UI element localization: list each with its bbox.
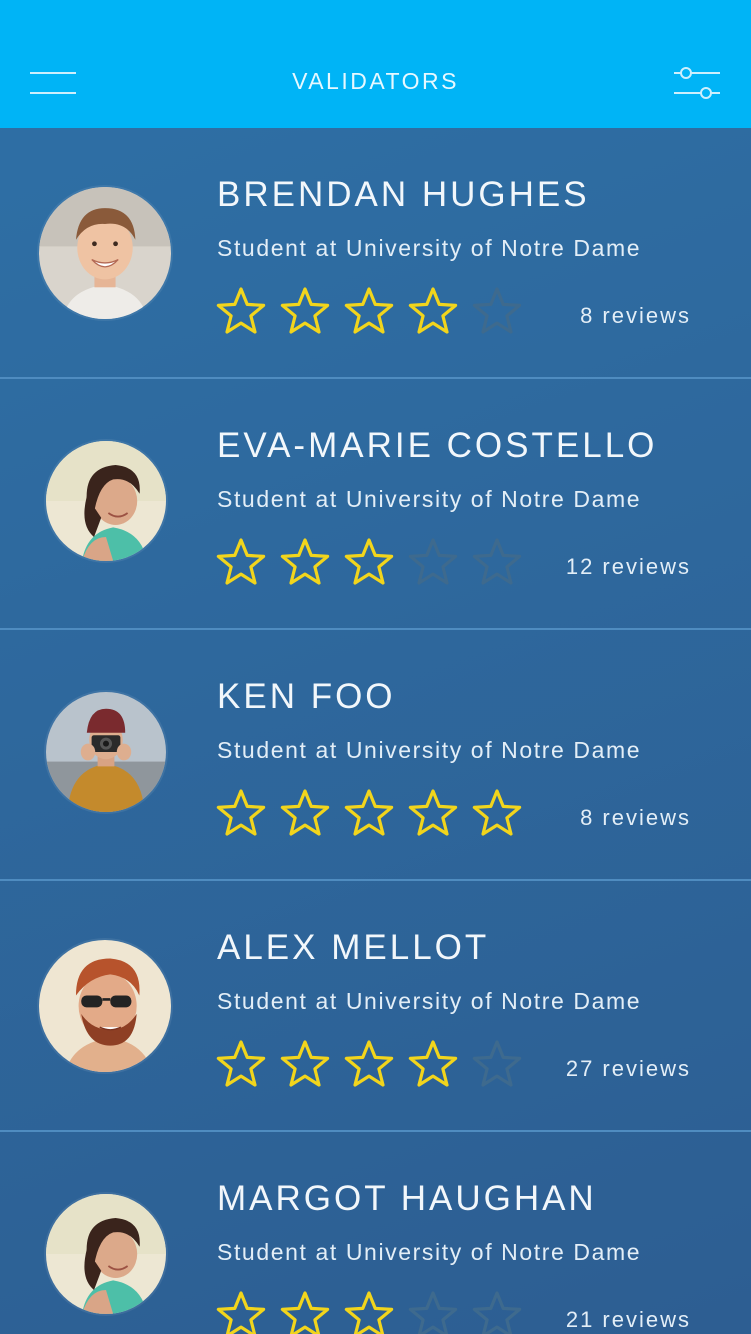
avatar bbox=[39, 940, 171, 1072]
star-filled-icon bbox=[342, 787, 396, 841]
star-rating bbox=[214, 285, 534, 339]
man-with-camera-photo bbox=[46, 692, 166, 812]
validator-name: BRENDAN HUGHES bbox=[217, 175, 590, 214]
star-filled-icon bbox=[214, 1289, 268, 1334]
validator-school: Student at University of Notre Dame bbox=[217, 235, 642, 261]
validator-school: Student at University of Notre Dame bbox=[217, 988, 642, 1014]
star-filled-icon bbox=[406, 1038, 460, 1092]
star-filled-icon bbox=[214, 285, 268, 339]
page-title: VALIDATORS bbox=[292, 68, 459, 94]
star-filled-icon bbox=[342, 1289, 396, 1334]
filter-sliders-icon[interactable] bbox=[672, 64, 722, 102]
star-rating bbox=[214, 1289, 534, 1334]
woman-looking-down-photo bbox=[46, 1194, 166, 1314]
star-filled-icon bbox=[214, 536, 268, 590]
star-rating bbox=[214, 1038, 534, 1092]
validator-row[interactable]: MARGOT HAUGHAN Student at University of … bbox=[0, 1132, 751, 1334]
star-filled-icon bbox=[278, 285, 332, 339]
validator-row[interactable]: KEN FOO Student at University of Notre D… bbox=[0, 630, 751, 881]
star-filled-icon bbox=[214, 787, 268, 841]
star-empty-icon bbox=[470, 285, 524, 339]
star-empty-icon bbox=[470, 1289, 524, 1334]
validator-name: ALEX MELLOT bbox=[217, 928, 490, 967]
validator-row[interactable]: ALEX MELLOT Student at University of Not… bbox=[0, 881, 751, 1132]
woman-looking-down-photo bbox=[46, 441, 166, 561]
app-header: VALIDATORS bbox=[0, 0, 751, 128]
star-filled-icon bbox=[278, 1289, 332, 1334]
reviews-count[interactable]: 27 reviews bbox=[566, 1056, 691, 1082]
star-filled-icon bbox=[406, 787, 460, 841]
star-filled-icon bbox=[342, 1038, 396, 1092]
reviews-count[interactable]: 8 reviews bbox=[580, 303, 691, 329]
star-filled-icon bbox=[470, 787, 524, 841]
avatar bbox=[46, 1194, 166, 1314]
star-rating bbox=[214, 787, 534, 841]
validator-name: MARGOT HAUGHAN bbox=[217, 1179, 597, 1218]
smiling-young-man-photo bbox=[39, 187, 171, 319]
validator-row[interactable]: EVA-MARIE COSTELLO Student at University… bbox=[0, 379, 751, 630]
star-filled-icon bbox=[278, 787, 332, 841]
reviews-count[interactable]: 21 reviews bbox=[566, 1307, 691, 1333]
validator-name: KEN FOO bbox=[217, 677, 396, 716]
validator-school: Student at University of Notre Dame bbox=[217, 1239, 642, 1265]
validators-list: BRENDAN HUGHES Student at University of … bbox=[0, 128, 751, 1334]
validator-school: Student at University of Notre Dame bbox=[217, 737, 642, 763]
star-filled-icon bbox=[342, 285, 396, 339]
star-empty-icon bbox=[470, 1038, 524, 1092]
validator-school: Student at University of Notre Dame bbox=[217, 486, 642, 512]
star-filled-icon bbox=[278, 536, 332, 590]
star-rating bbox=[214, 536, 534, 590]
star-filled-icon bbox=[406, 285, 460, 339]
star-filled-icon bbox=[342, 536, 396, 590]
avatar bbox=[46, 692, 166, 812]
star-filled-icon bbox=[278, 1038, 332, 1092]
reviews-count[interactable]: 8 reviews bbox=[580, 805, 691, 831]
star-empty-icon bbox=[470, 536, 524, 590]
star-filled-icon bbox=[214, 1038, 268, 1092]
validator-name: EVA-MARIE COSTELLO bbox=[217, 426, 658, 465]
star-empty-icon bbox=[406, 536, 460, 590]
reviews-count[interactable]: 12 reviews bbox=[566, 554, 691, 580]
man-with-sunglasses-photo bbox=[39, 940, 171, 1072]
star-empty-icon bbox=[406, 1289, 460, 1334]
avatar bbox=[46, 441, 166, 561]
avatar bbox=[39, 187, 171, 319]
validator-row[interactable]: BRENDAN HUGHES Student at University of … bbox=[0, 128, 751, 379]
